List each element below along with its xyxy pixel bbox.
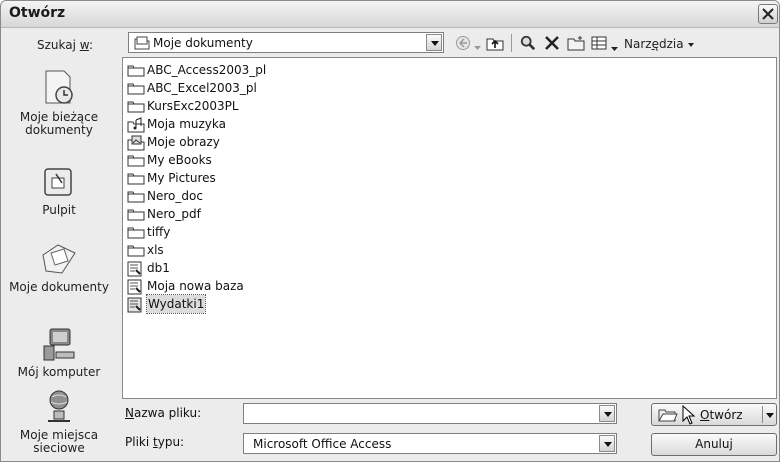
- place-label: Moje miejsca sieciowe: [19, 428, 99, 455]
- cancel-button[interactable]: Anuluj: [651, 433, 777, 456]
- new-folder-icon[interactable]: [567, 35, 585, 51]
- places-bar: Moje bieżące dokumenty Pulpit Moje dokum…: [1, 59, 117, 461]
- look-in-dropdown-button[interactable]: [426, 34, 442, 51]
- place-label: Moje dokumenty: [9, 280, 109, 294]
- file-name-label: Nazwa pliku:: [125, 406, 202, 420]
- folder-icon: [127, 155, 145, 167]
- open-folder-icon: [658, 409, 678, 422]
- back-icon[interactable]: [455, 35, 471, 51]
- toolbar-separator: [511, 34, 512, 52]
- open-dropdown-arrow-icon[interactable]: [766, 413, 774, 418]
- mouse-cursor-icon: [682, 405, 696, 425]
- database-file-icon: [127, 261, 142, 277]
- back-dropdown-icon[interactable]: [474, 40, 481, 56]
- chevron-down-icon: [687, 42, 694, 47]
- open-button[interactable]: Otwórz: [651, 403, 777, 426]
- title-bar: Otwórz: [1, 1, 779, 28]
- database-file-icon: [127, 297, 142, 313]
- place-recent-documents[interactable]: Moje bieżące dokumenty: [1, 69, 117, 137]
- folder-icon: [127, 245, 145, 257]
- look-in-label: Szukaj w:: [37, 38, 93, 52]
- file-type-dropdown-button[interactable]: [599, 435, 615, 452]
- up-folder-icon[interactable]: [486, 35, 504, 51]
- dialog-title: Otwórz: [9, 5, 66, 21]
- folder-icon: [127, 209, 145, 221]
- folder-icon: [127, 191, 145, 203]
- recent-documents-icon: [45, 70, 73, 104]
- place-my-computer[interactable]: Mój komputer: [1, 326, 117, 379]
- network-places-icon: [48, 390, 70, 422]
- place-desktop[interactable]: Pulpit: [1, 166, 117, 217]
- open-dialog: Otwórz Szukaj w: Moje dokumenty Narzędzi…: [0, 0, 780, 462]
- open-button-separator: [762, 406, 763, 423]
- my-documents-folder-icon: [134, 36, 150, 50]
- file-type-combo[interactable]: Microsoft Office Access: [243, 433, 617, 454]
- pictures-folder-icon: [127, 135, 145, 151]
- views-icon[interactable]: [591, 35, 607, 51]
- look-in-combo[interactable]: Moje dokumenty: [128, 32, 444, 53]
- file-list[interactable]: ABC_Access2003_pl ABC_Excel2003_pl KursE…: [122, 57, 777, 399]
- views-dropdown-icon[interactable]: [611, 41, 618, 57]
- folder-icon: [127, 65, 145, 77]
- look-in-value: Moje dokumenty: [153, 36, 253, 50]
- place-label: Moje bieżące dokumenty: [19, 110, 99, 137]
- file-name-input[interactable]: [243, 403, 617, 424]
- database-file-icon: [127, 279, 142, 295]
- desktop-icon: [44, 168, 72, 196]
- place-network-places[interactable]: Moje miejsca sieciowe: [1, 389, 117, 455]
- close-button[interactable]: [758, 4, 778, 24]
- search-web-icon[interactable]: [519, 35, 537, 51]
- file-type-value: Microsoft Office Access: [253, 437, 392, 451]
- my-computer-icon: [43, 328, 75, 361]
- file-name-dropdown-button[interactable]: [599, 405, 615, 422]
- folder-icon: [127, 173, 145, 185]
- folder-icon: [127, 83, 145, 95]
- delete-icon[interactable]: [544, 35, 560, 51]
- my-documents-icon: [42, 244, 76, 274]
- file-type-label: Pliki typu:: [125, 435, 185, 449]
- place-label: Mój komputer: [17, 365, 101, 379]
- place-label: Pulpit: [42, 203, 76, 217]
- tools-menu[interactable]: Narzędzia: [624, 37, 694, 51]
- music-folder-icon: [127, 117, 145, 133]
- folder-icon: [127, 101, 145, 113]
- folder-icon: [127, 227, 145, 239]
- close-icon: [762, 8, 774, 20]
- place-my-documents[interactable]: Moje dokumenty: [1, 241, 117, 294]
- open-button-label: Otwórz: [700, 408, 743, 422]
